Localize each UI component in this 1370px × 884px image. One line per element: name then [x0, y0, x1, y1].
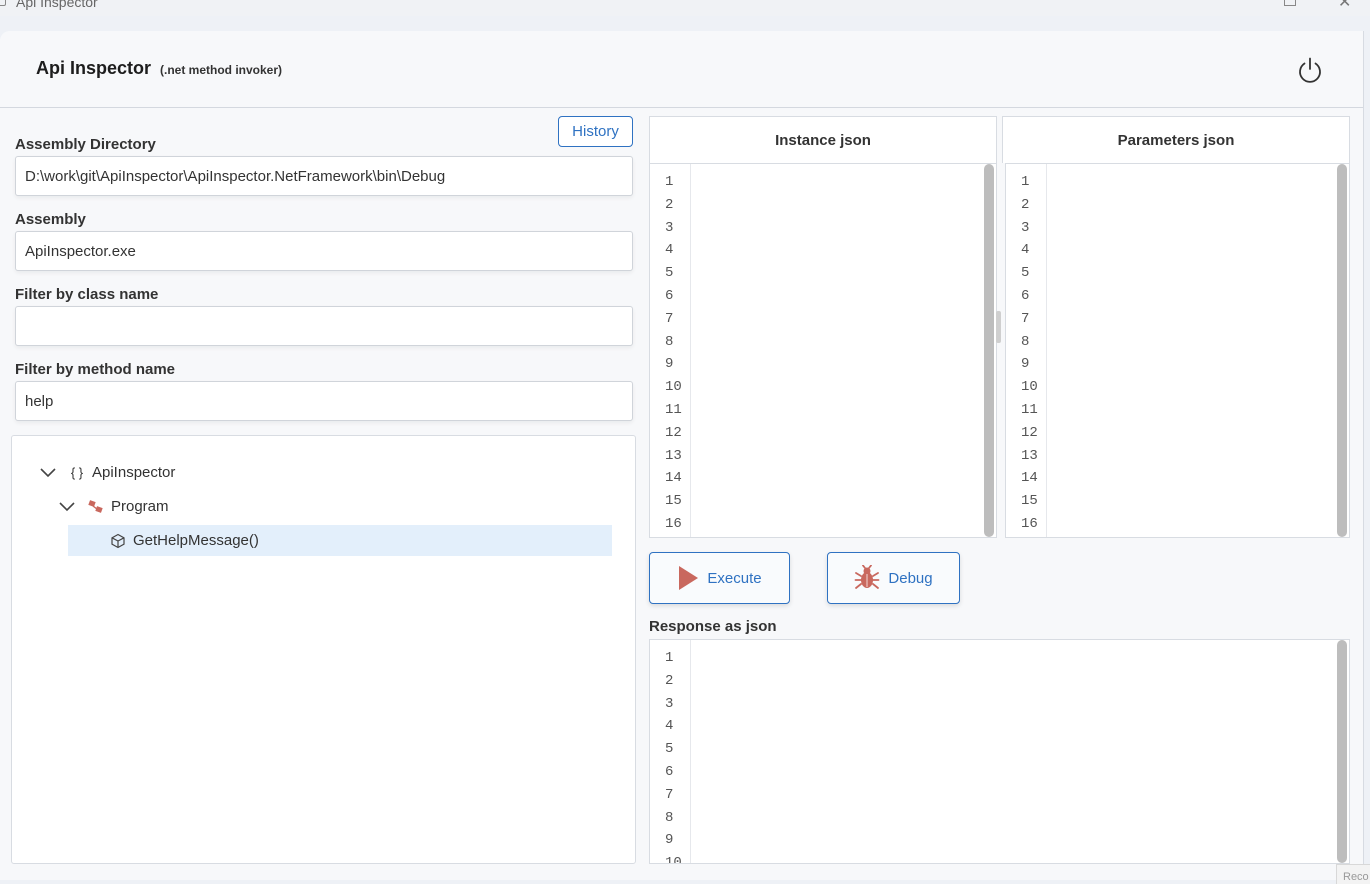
line-number: 3	[1021, 219, 1030, 236]
line-number: 9	[665, 356, 674, 373]
assembly-input[interactable]	[15, 231, 633, 271]
line-number: 10	[1021, 379, 1038, 396]
line-number: 7	[665, 310, 674, 327]
debug-button[interactable]: Debug	[827, 552, 960, 604]
app-window: Api Inspector (.net method invoker) Hist…	[0, 31, 1364, 880]
line-number: 4	[1021, 242, 1030, 259]
line-number: 16	[1021, 515, 1038, 532]
parameters-json-header: Parameters json	[1002, 116, 1350, 163]
editor-splitter-handle[interactable]	[996, 311, 1001, 343]
app-header: Api Inspector (.net method invoker)	[0, 31, 1363, 108]
line-number: 12	[665, 424, 682, 441]
line-number: 1	[665, 650, 674, 666]
line-number-gutter: 1 2 3 4 5 6 7 8 9 10	[650, 640, 691, 863]
line-number: 14	[665, 470, 682, 487]
line-number-gutter: 1 2 3 4 5 6 7 8 9 10 11 12 13 14 15 16	[1006, 164, 1047, 537]
os-window-title: Api Inspector	[16, 0, 98, 10]
app-title: Api Inspector	[36, 58, 152, 78]
vertical-scrollbar[interactable]	[1337, 640, 1347, 863]
assembly-label: Assembly	[15, 211, 86, 228]
chevron-down-icon[interactable]	[57, 497, 77, 517]
execute-button[interactable]: Execute	[649, 552, 790, 604]
history-button[interactable]: History	[558, 116, 633, 147]
tree-node-label: GetHelpMessage()	[133, 532, 259, 549]
instance-json-header: Instance json	[649, 116, 997, 163]
line-number: 5	[665, 741, 674, 758]
line-number: 15	[1021, 493, 1038, 510]
line-number: 1	[665, 174, 674, 190]
corner-overlay: Reco	[1336, 864, 1370, 884]
line-number: 6	[1021, 287, 1030, 304]
line-number: 3	[665, 219, 674, 236]
line-number: 13	[1021, 447, 1038, 464]
line-number: 4	[665, 718, 674, 735]
maximize-icon[interactable]	[1284, 0, 1296, 6]
line-number: 10	[665, 855, 682, 864]
filter-method-label: Filter by method name	[15, 361, 176, 378]
tree-node-namespace[interactable]: { } ApiInspector	[38, 457, 175, 488]
tree-node-label: Program	[111, 498, 169, 515]
os-title-bar: Api Inspector ✕	[0, 0, 1370, 16]
line-number-gutter: 1 2 3 4 5 6 7 8 9 10 11 12 13 14 15 16	[650, 164, 691, 537]
line-number: 16	[665, 515, 682, 532]
line-number: 9	[665, 832, 674, 849]
method-tree: { } ApiInspector Program GetHelpMessage(…	[11, 435, 636, 864]
filter-class-label: Filter by class name	[15, 286, 159, 303]
line-number: 2	[665, 672, 674, 689]
assembly-directory-input[interactable]	[15, 156, 633, 196]
filter-method-input[interactable]	[15, 381, 633, 421]
line-number: 9	[1021, 356, 1030, 373]
line-number: 8	[665, 809, 674, 826]
line-number: 4	[665, 242, 674, 259]
bug-icon	[854, 565, 880, 591]
close-icon[interactable]: ✕	[1338, 0, 1351, 12]
line-number: 12	[1021, 424, 1038, 441]
assembly-directory-label: Assembly Directory	[15, 136, 156, 153]
app-subtitle: (.net method invoker)	[160, 63, 283, 77]
line-number: 8	[1021, 333, 1030, 350]
line-number: 11	[665, 401, 682, 418]
line-number: 5	[665, 265, 674, 282]
tree-node-label: ApiInspector	[92, 464, 176, 481]
line-number: 3	[665, 695, 674, 712]
cube-icon	[109, 532, 127, 550]
line-number: 10	[665, 379, 682, 396]
line-number: 11	[1021, 401, 1038, 418]
play-icon	[677, 565, 699, 591]
power-icon	[1299, 57, 1321, 83]
vertical-scrollbar[interactable]	[1337, 164, 1347, 537]
response-json-label: Response as json	[649, 618, 777, 635]
line-number: 14	[1021, 470, 1038, 487]
line-number: 7	[1021, 310, 1030, 327]
line-number: 6	[665, 763, 674, 780]
line-number: 7	[665, 786, 674, 803]
line-number: 8	[665, 333, 674, 350]
power-button[interactable]	[1295, 55, 1325, 85]
line-number: 13	[665, 447, 682, 464]
tree-node-method[interactable]: GetHelpMessage()	[68, 525, 612, 556]
class-icon	[87, 498, 105, 516]
line-number: 15	[665, 493, 682, 510]
chevron-down-icon[interactable]	[38, 463, 58, 483]
app-window-icon	[0, 0, 6, 6]
line-number: 6	[665, 287, 674, 304]
instance-json-editor[interactable]: 1 2 3 4 5 6 7 8 9 10 11 12 13 14 15 16	[649, 163, 997, 538]
debug-label: Debug	[888, 569, 933, 587]
braces-icon: { }	[70, 465, 84, 480]
line-number: 2	[1021, 196, 1030, 213]
line-number: 5	[1021, 265, 1030, 282]
parameters-json-editor[interactable]: 1 2 3 4 5 6 7 8 9 10 11 12 13 14 15 16	[1005, 163, 1350, 538]
response-json-editor[interactable]: 1 2 3 4 5 6 7 8 9 10	[649, 639, 1350, 864]
filter-class-input[interactable]	[15, 306, 633, 346]
vertical-scrollbar[interactable]	[984, 164, 994, 537]
tree-node-class[interactable]: Program	[57, 491, 169, 522]
line-number: 1	[1021, 174, 1030, 190]
line-number: 2	[665, 196, 674, 213]
execute-label: Execute	[707, 569, 762, 587]
